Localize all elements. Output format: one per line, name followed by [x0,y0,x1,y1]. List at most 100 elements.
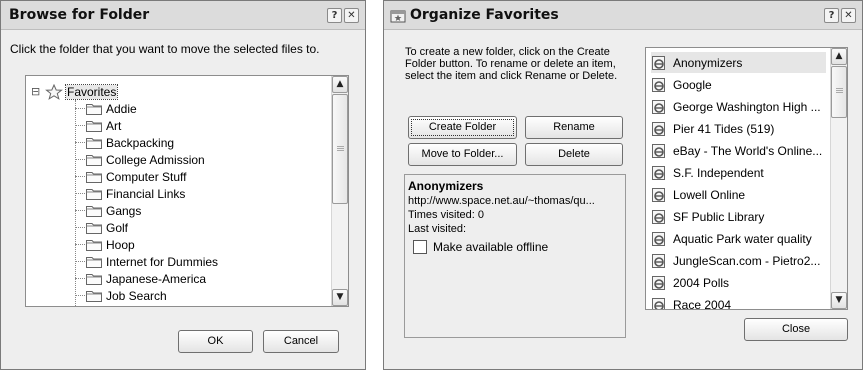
internet-shortcut-icon [651,55,667,71]
offline-checkbox[interactable] [413,240,427,254]
favorites-icon [390,8,406,24]
folder-icon [86,222,102,234]
tree-item-label: Job Search [106,288,167,303]
star-icon [45,83,63,100]
favorite-item[interactable]: JungleScan.com - Pietro2... [651,250,826,271]
tree-item-label: College Admission [106,152,205,167]
organize-favorites-dialog: Organize Favorites ? ✕ To create a new f… [383,0,863,370]
internet-shortcut-icon [651,121,667,137]
ok-button[interactable]: OK [178,330,253,353]
scroll-down-button[interactable]: ▼ [831,292,847,309]
folder-icon [86,188,102,200]
favorite-item[interactable]: 2004 Polls [651,272,826,293]
move-to-folder-button[interactable]: Move to Folder... [408,143,517,166]
title-bar[interactable]: Browse for Folder ? ✕ [1,1,365,30]
favorite-item[interactable]: Aquatic Park water quality [651,228,826,249]
times-visited: Times visited: 0 [408,209,485,221]
cancel-button[interactable]: Cancel [263,330,339,353]
internet-shortcut-icon [651,187,667,203]
offline-option[interactable]: Make available offline [413,240,548,254]
favorites-scrollbar[interactable]: ▲ ▼ [830,48,847,309]
dialog-title: Browse for Folder [9,7,150,23]
tree-item-folder[interactable]: Job Search [86,287,167,304]
internet-shortcut-icon [651,231,667,247]
folder-icon [86,290,102,302]
tree-item-label: Internet for Dummies [106,254,219,269]
tree-item-folder[interactable]: College Admission [86,151,205,168]
favorite-item-label: George Washington High ... [673,99,821,114]
folder-icon [86,137,102,149]
favorite-item-label: Aquatic Park water quality [673,231,812,246]
favorite-item[interactable]: S.F. Independent [651,162,826,183]
favorite-item[interactable]: Anonymizers [651,52,826,73]
internet-shortcut-icon [651,77,667,93]
favorite-item-label: Anonymizers [673,55,743,70]
collapse-icon[interactable]: ⊟ [31,85,45,98]
favorite-item-label: SF Public Library [673,209,765,224]
tree-item-label: Hoop [106,237,135,252]
favorite-item-label: S.F. Independent [673,165,764,180]
rename-button[interactable]: Rename [525,116,623,139]
dialog-title: Organize Favorites [410,7,559,23]
create-folder-button[interactable]: Create Folder [408,116,517,139]
favorite-item-label: 2004 Polls [673,275,730,290]
item-info-panel: Anonymizers http://www.space.net.au/~tho… [404,174,626,338]
folder-icon [86,103,102,115]
folder-icon [86,273,102,285]
tree-item-folder[interactable]: Golf [86,219,128,236]
tree-item-folder[interactable]: Backpacking [86,134,174,151]
tree-item-folder[interactable]: Japanese-America [86,270,206,287]
tree-item-folder[interactable]: Computer Stuff [86,168,186,185]
tree-item-label: Favorites [64,83,119,100]
help-button[interactable]: ? [327,8,342,23]
internet-shortcut-icon [651,275,667,291]
help-button[interactable]: ? [824,8,839,23]
favorite-item[interactable]: Race 2004 [651,294,826,310]
favorite-item[interactable]: Lowell Online [651,184,826,205]
tree-item-folder[interactable]: Art [86,117,121,134]
tree-item-favorites[interactable]: ⊟ Favorites [31,83,119,100]
tree-item-folder[interactable]: Hoop [86,236,135,253]
scroll-up-button[interactable]: ▲ [332,76,348,93]
scroll-down-button[interactable]: ▼ [332,289,348,306]
favorite-item[interactable]: Google [651,74,826,95]
item-name: Anonymizers [408,179,484,193]
favorite-item-label: Race 2004 [673,297,732,310]
internet-shortcut-icon [651,209,667,225]
scroll-thumb[interactable] [831,66,847,118]
folder-icon [86,154,102,166]
tree-item-folder[interactable]: Addie [86,100,137,117]
delete-button[interactable]: Delete [525,143,623,166]
internet-shortcut-icon [651,165,667,181]
favorite-item-label: JungleScan.com - Pietro2... [673,253,821,268]
tree-item-label: Japanese-America [106,271,207,286]
internet-shortcut-icon [651,253,667,269]
scroll-thumb[interactable] [332,94,348,204]
favorite-item-label: Lowell Online [673,187,746,202]
tree-item-label: Addie [106,101,137,116]
instruction-text: Click the folder that you want to move t… [10,42,320,56]
title-bar[interactable]: Organize Favorites ? ✕ [384,1,862,30]
instruction-text: To create a new folder, click on the Cre… [405,46,618,82]
favorite-item-label: Google [673,77,712,92]
scroll-up-button[interactable]: ▲ [831,48,847,65]
folder-tree[interactable]: ⊟ Favorites Addie Art Backpacking College A… [25,75,349,307]
tree-item-label: Financial Links [106,186,186,201]
tree-item-label: Art [106,118,122,133]
offline-label: Make available offline [433,240,549,254]
close-button[interactable]: ✕ [344,8,359,23]
last-visited: Last visited: [408,223,467,235]
tree-item-folder[interactable]: Internet for Dummies [86,253,218,270]
close-button[interactable]: ✕ [841,8,856,23]
tree-item-folder[interactable]: Gangs [86,202,141,219]
folder-icon [86,256,102,268]
close-dialog-button[interactable]: Close [744,318,848,341]
favorites-list[interactable]: Anonymizers Google George Washington High … [645,47,848,310]
tree-item-folder[interactable]: Financial Links [86,185,185,202]
favorite-item[interactable]: George Washington High ... [651,96,826,117]
tree-scrollbar[interactable]: ▲ ▼ [331,76,348,306]
tree-item-label: Gangs [106,203,142,218]
favorite-item[interactable]: eBay - The World's Online... [651,140,826,161]
favorite-item[interactable]: Pier 41 Tides (519) [651,118,826,139]
favorite-item[interactable]: SF Public Library [651,206,826,227]
